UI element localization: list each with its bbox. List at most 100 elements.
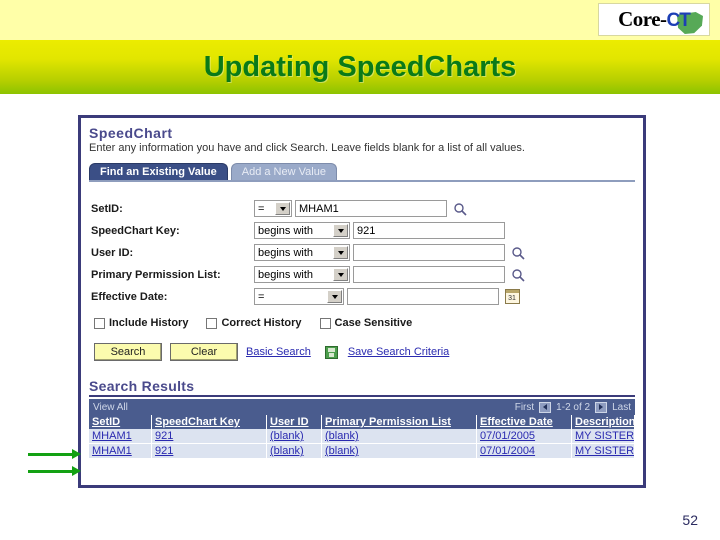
input-effective-date[interactable] xyxy=(347,288,499,305)
form-row-speedchart-key: SpeedChart Key: begins with 921 xyxy=(91,220,635,241)
logo-wordmark: Core-CT xyxy=(618,9,691,31)
lookup-magnifier-icon[interactable] xyxy=(511,246,525,260)
tab-bar: Find an Existing Value Add a New Value xyxy=(89,161,635,182)
operator-value-primary-permission-list: begins with xyxy=(258,268,314,281)
table-row[interactable]: MHAM1 921 (blank) (blank) 07/01/2004 MY … xyxy=(89,443,635,459)
pager-first-label[interactable]: First xyxy=(515,402,534,413)
cell-setid[interactable]: MHAM1 xyxy=(89,429,152,444)
arrow-right-icon[interactable] xyxy=(595,401,608,413)
operator-select-speedchart-key[interactable]: begins with xyxy=(254,222,350,239)
cell-setid[interactable]: MHAM1 xyxy=(89,443,152,459)
form-row-setid: SetID: = MHAM1 xyxy=(91,198,635,219)
operator-value-setid: = xyxy=(258,202,265,215)
chevron-down-icon[interactable] xyxy=(333,224,348,237)
input-value-speedchart-key: 921 xyxy=(357,224,376,237)
lookup-slot-primary-permission-list xyxy=(508,268,528,282)
calendar-icon[interactable]: 31 xyxy=(504,289,520,304)
label-effective-date: Effective Date: xyxy=(91,290,168,303)
title-banner: Updating SpeedCharts xyxy=(0,40,720,94)
operator-value-effective-date: = xyxy=(258,290,265,303)
save-search-criteria-link[interactable]: Save Search Criteria xyxy=(348,346,450,358)
cell-primary-permission-list[interactable]: (blank) xyxy=(321,443,477,459)
action-row: Search Clear Basic Search Save Search Cr… xyxy=(94,342,635,362)
panel-instructions: Enter any information you have and click… xyxy=(89,142,525,154)
chevron-down-icon[interactable] xyxy=(333,246,348,259)
panel-heading: SpeedChart xyxy=(89,125,173,141)
slide-page-number: 52 xyxy=(682,512,698,528)
clear-button[interactable]: Clear xyxy=(170,343,238,361)
input-speedchart-key[interactable]: 921 xyxy=(353,222,505,239)
lookup-magnifier-icon[interactable] xyxy=(511,268,525,282)
peoplesoft-search-panel: SpeedChart Enter any information you hav… xyxy=(78,115,646,488)
checkbox-include-history[interactable]: Include History xyxy=(94,317,188,329)
checkbox-label-case-sensitive: Case Sensitive xyxy=(334,317,413,329)
cell-primary-permission-list[interactable]: (blank) xyxy=(321,429,477,444)
lookup-slot-user-id xyxy=(508,246,528,260)
operator-value-speedchart-key: begins with xyxy=(258,224,314,237)
column-header-speedchart-key[interactable]: SpeedChart Key xyxy=(151,415,267,429)
lookup-slot-setid xyxy=(450,202,470,216)
core-ct-logo: Core-CT xyxy=(598,3,710,36)
input-user-id[interactable] xyxy=(353,244,505,261)
search-results-heading: Search Results xyxy=(89,378,635,397)
column-header-setid[interactable]: SetID xyxy=(89,415,152,429)
cell-user-id[interactable]: (blank) xyxy=(266,443,322,459)
search-button[interactable]: Search xyxy=(94,343,162,361)
checkbox-label-correct-history: Correct History xyxy=(221,317,302,329)
input-value-setid: MHAM1 xyxy=(299,202,339,215)
view-all-link[interactable]: View All xyxy=(93,402,128,413)
operator-select-effective-date[interactable]: = xyxy=(254,288,344,305)
checkbox-correct-history[interactable]: Correct History xyxy=(206,317,302,329)
search-results-table: SetID SpeedChart Key User ID Primary Per… xyxy=(89,415,635,459)
page-title: Updating SpeedCharts xyxy=(203,50,517,83)
save-disk-icon[interactable] xyxy=(324,345,338,359)
pager-range-label: 1-2 of 2 xyxy=(556,401,591,413)
tab-find-an-existing-value[interactable]: Find an Existing Value xyxy=(89,163,228,180)
column-header-user-id[interactable]: User ID xyxy=(266,415,322,429)
results-navigation-bar: View All First 1-2 of 2 Last xyxy=(89,399,635,415)
checkbox-label-include-history: Include History xyxy=(109,317,189,329)
operator-select-setid[interactable]: = xyxy=(254,200,292,217)
form-row-primary-permission-list: Primary Permission List: begins with xyxy=(91,264,635,285)
cell-speedchart-key[interactable]: 921 xyxy=(151,429,267,444)
column-header-description[interactable]: Description xyxy=(571,415,635,429)
cell-effective-date[interactable]: 07/01/2005 xyxy=(476,429,572,444)
checkbox-box-case-sensitive[interactable] xyxy=(319,317,331,329)
column-header-primary-permission-list[interactable]: Primary Permission List xyxy=(321,415,477,429)
label-speedchart-key: SpeedChart Key: xyxy=(91,224,180,237)
form-row-effective-date: Effective Date: = 31 xyxy=(91,286,635,307)
results-pager: First 1-2 of 2 Last xyxy=(515,401,631,413)
operator-select-primary-permission-list[interactable]: begins with xyxy=(254,266,350,283)
arrow-shaft xyxy=(28,469,72,473)
chevron-down-icon[interactable] xyxy=(327,290,342,303)
table-row[interactable]: MHAM1 921 (blank) (blank) 07/01/2005 MY … xyxy=(89,429,635,444)
pager-last-label[interactable]: Last xyxy=(612,402,631,413)
operator-value-user-id: begins with xyxy=(258,246,314,259)
cell-description[interactable]: MY SISTER'S PLACE xyxy=(571,443,635,459)
form-row-user-id: User ID: begins with xyxy=(91,242,635,263)
checkbox-box-include-history[interactable] xyxy=(94,317,105,329)
input-setid[interactable]: MHAM1 xyxy=(295,200,447,217)
label-primary-permission-list: Primary Permission List: xyxy=(91,268,221,281)
column-header-effective-date[interactable]: Effective Date xyxy=(476,415,572,429)
checkbox-box-correct-history[interactable] xyxy=(206,317,218,329)
table-header-row: SetID SpeedChart Key User ID Primary Per… xyxy=(89,415,635,429)
input-primary-permission-list[interactable] xyxy=(353,266,505,283)
green-arrow-annotation-row-1 xyxy=(28,449,81,459)
tab-add-a-new-value[interactable]: Add a New Value xyxy=(230,163,337,180)
cell-user-id[interactable]: (blank) xyxy=(266,429,322,444)
calendar-slot-effective-date: 31 xyxy=(502,289,522,304)
arrow-left-icon[interactable] xyxy=(539,401,552,413)
cell-speedchart-key[interactable]: 921 xyxy=(151,443,267,459)
cell-effective-date[interactable]: 07/01/2004 xyxy=(476,443,572,459)
basic-search-link[interactable]: Basic Search xyxy=(246,346,311,358)
arrow-shaft xyxy=(28,452,72,456)
cell-description[interactable]: MY SISTER'S PLACE xyxy=(571,429,635,444)
chevron-down-icon[interactable] xyxy=(333,268,348,281)
chevron-down-icon[interactable] xyxy=(275,202,290,215)
operator-select-user-id[interactable]: begins with xyxy=(254,244,350,261)
logo-text-accent: CT xyxy=(666,10,691,31)
lookup-magnifier-icon[interactable] xyxy=(453,202,467,216)
green-arrow-annotation-row-2 xyxy=(28,466,81,476)
checkbox-case-sensitive[interactable]: Case Sensitive xyxy=(319,317,413,329)
